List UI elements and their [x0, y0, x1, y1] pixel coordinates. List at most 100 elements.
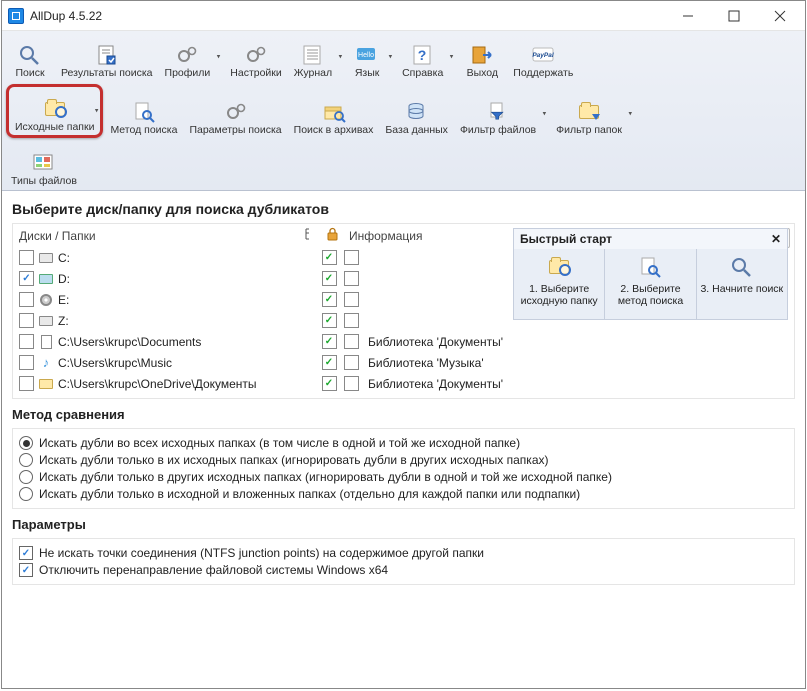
toolbar-support-label: Поддержать — [513, 68, 573, 79]
row-path: C: — [58, 251, 318, 265]
row-subfolders-checkbox[interactable] — [322, 334, 337, 349]
row-subfolders-checkbox[interactable] — [322, 292, 337, 307]
compare-option-3[interactable]: Искать дубли только в исходной и вложенн… — [19, 487, 788, 501]
quick-step-3[interactable]: 3. Начните поиск — [696, 249, 787, 319]
quick-step-1[interactable]: 1. Выберите исходную папку — [514, 249, 604, 319]
disk-row[interactable]: C:\Users\krupc\DocumentsБиблиотека 'Доку… — [19, 331, 509, 352]
toolbar-journal[interactable]: Журнал▾ — [289, 33, 345, 81]
toolbar-dfilter-label: Фильтр папок — [556, 125, 622, 136]
row-subfolders-checkbox[interactable] — [322, 250, 337, 265]
param-option-1[interactable]: Отключить перенаправление файловой систе… — [19, 563, 788, 577]
chevron-down-icon: ▾ — [450, 53, 454, 60]
minimize-button[interactable] — [665, 2, 711, 30]
row-lock-checkbox[interactable] — [344, 271, 359, 286]
disk-icon — [38, 313, 54, 329]
row-path: C:\Users\krupc\Music — [58, 356, 318, 370]
col-lock-header[interactable] — [321, 228, 343, 243]
disk-row[interactable]: ♪ C:\Users\krupc\Music Библиотека 'Музыка' — [19, 352, 509, 373]
row-path: Z: — [58, 314, 318, 328]
radio-icon[interactable] — [19, 487, 33, 501]
compare-option-1[interactable]: Искать дубли только в их исходных папках… — [19, 453, 788, 467]
row-path: D: — [58, 272, 318, 286]
disk-row[interactable]: C: — [19, 247, 509, 268]
row-checkbox[interactable] — [19, 376, 34, 391]
toolbar-db[interactable]: База данных — [380, 90, 453, 138]
toolbar-dfilter[interactable]: Фильтр папок▾ — [551, 90, 635, 138]
window-title: AllDup 4.5.22 — [30, 9, 102, 23]
row-subfolders-checkbox[interactable] — [322, 376, 337, 391]
row-lock-checkbox[interactable] — [344, 376, 359, 391]
compare-option-0[interactable]: Искать дубли во всех исходных папках (в … — [19, 436, 788, 450]
database-icon — [404, 100, 430, 124]
gears-icon — [174, 43, 200, 67]
row-checkbox[interactable] — [19, 292, 34, 307]
toolbar-search[interactable]: Поиск — [6, 33, 54, 81]
row-info: Библиотека 'Музыка' — [362, 356, 509, 370]
toolbar-ffilter-label: Фильтр файлов — [460, 125, 536, 136]
radio-icon[interactable] — [19, 470, 33, 484]
row-checkbox[interactable] — [19, 271, 34, 286]
toolbar-help[interactable]: ?Справка▾ — [397, 33, 456, 81]
row-lock-checkbox[interactable] — [344, 334, 359, 349]
app-icon — [8, 8, 24, 24]
toolbar-profiles[interactable]: Профили▾ — [160, 33, 224, 81]
maximize-button[interactable] — [711, 2, 757, 30]
toolbar-method[interactable]: Метод поиска — [105, 90, 182, 138]
toolbar-types[interactable]: Типы файлов — [6, 141, 82, 189]
row-checkbox[interactable] — [19, 250, 34, 265]
row-checkbox[interactable] — [19, 355, 34, 370]
disk-row[interactable]: Z: — [19, 310, 509, 331]
report-icon — [94, 43, 120, 67]
radio-icon[interactable] — [19, 436, 33, 450]
toolbar-lang[interactable]: HelloЯзык▾ — [347, 33, 395, 81]
row-lock-checkbox[interactable] — [344, 313, 359, 328]
toolbar-exit[interactable]: Выход — [458, 33, 506, 81]
toolbar-params[interactable]: Параметры поиска — [184, 90, 286, 138]
row-subfolders-checkbox[interactable] — [322, 271, 337, 286]
checkbox-icon[interactable] — [19, 546, 33, 560]
param-option-0[interactable]: Не искать точки соединения (NTFS junctio… — [19, 546, 788, 560]
disk-row[interactable]: E: — [19, 289, 509, 310]
radio-icon[interactable] — [19, 453, 33, 467]
hdd-icon — [38, 271, 54, 287]
compare-option-label: Искать дубли только в других исходных па… — [39, 470, 612, 484]
row-lock-checkbox[interactable] — [344, 250, 359, 265]
row-checkbox[interactable] — [19, 334, 34, 349]
close-button[interactable] — [757, 2, 803, 30]
col-path-header[interactable]: Диски / Папки — [19, 229, 299, 243]
quick-start-close[interactable]: ✕ — [771, 232, 781, 246]
disk-row[interactable]: D: — [19, 268, 509, 289]
quick-start-title: Быстрый старт — [520, 232, 612, 246]
param-option-label: Не искать точки соединения (NTFS junctio… — [39, 546, 484, 560]
toolbar-db-label: База данных — [385, 125, 448, 136]
toolbar-journal-label: Журнал — [294, 68, 332, 79]
toolbar-archives[interactable]: Поиск в архивах — [289, 90, 379, 138]
filetypes-icon — [31, 151, 57, 175]
checkbox-icon[interactable] — [19, 563, 33, 577]
quick-step-label: 1. Выберите исходную папку — [516, 283, 602, 307]
toolbar-source[interactable]: Исходные папки▾ — [6, 84, 103, 138]
toolbar-search-label: Поиск — [15, 68, 44, 79]
row-subfolders-checkbox[interactable] — [322, 313, 337, 328]
compare-option-2[interactable]: Искать дубли только в других исходных па… — [19, 470, 788, 484]
svg-text:PayPal: PayPal — [533, 52, 555, 59]
quick-step-2[interactable]: 2. Выберите метод поиска — [604, 249, 695, 319]
file-filter-icon — [485, 100, 511, 124]
toolbar-support[interactable]: PayPal Поддержать — [508, 33, 578, 81]
row-lock-checkbox[interactable] — [344, 292, 359, 307]
magnifier-icon — [17, 43, 43, 67]
svg-text:?: ? — [417, 47, 426, 63]
disk-row[interactable]: C:\Users\krupc\OneDrive\ДокументыБиблиот… — [19, 373, 509, 394]
toolbar-settings[interactable]: Настройки — [225, 33, 287, 81]
gears-icon — [243, 43, 269, 67]
music-icon: ♪ — [38, 355, 54, 371]
doc-magnify-icon — [131, 100, 157, 124]
row-lock-checkbox[interactable] — [344, 355, 359, 370]
col-tree-header[interactable] — [299, 228, 321, 243]
row-subfolders-checkbox[interactable] — [322, 355, 337, 370]
row-checkbox[interactable] — [19, 313, 34, 328]
toolbar-results[interactable]: Результаты поиска — [56, 33, 158, 81]
col-info-header[interactable]: Информация — [343, 229, 509, 243]
toolbar-ffilter[interactable]: Фильтр файлов▾ — [455, 90, 549, 138]
chevron-down-icon: ▾ — [95, 107, 99, 114]
